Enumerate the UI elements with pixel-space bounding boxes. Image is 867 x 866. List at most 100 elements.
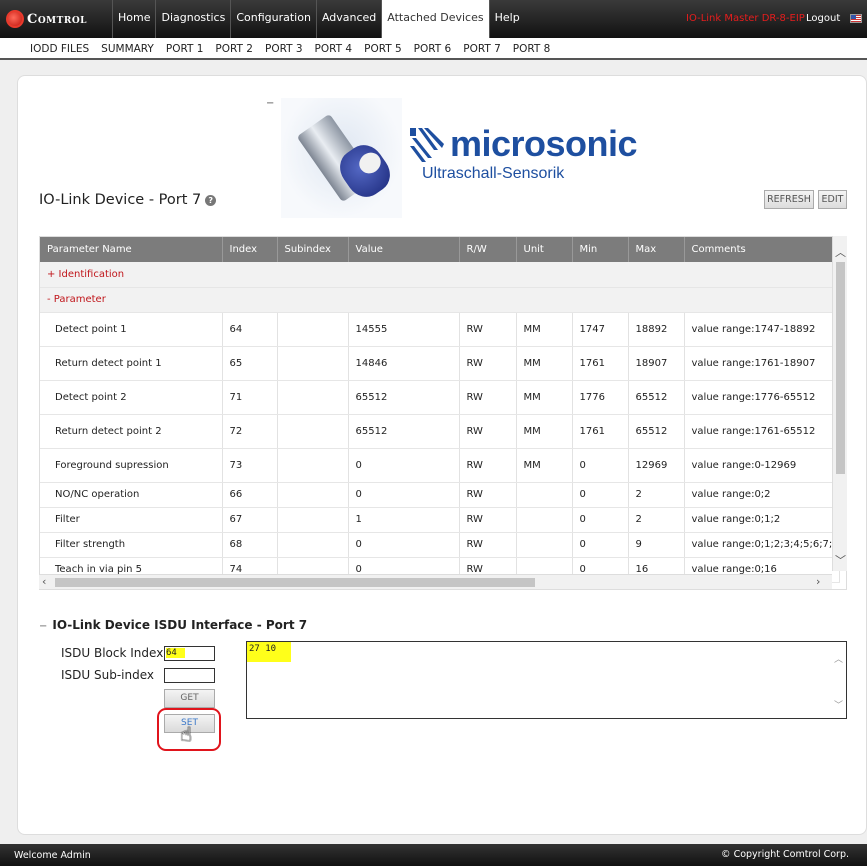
- isdu-sub-index-input[interactable]: [164, 668, 215, 683]
- cell-index: 68: [222, 532, 278, 558]
- cell-rw: RW: [459, 312, 517, 347]
- cell-min: 1761: [572, 346, 629, 381]
- isdu-block-index-label: ISDU Block Index: [61, 646, 164, 660]
- cell-max: 18907: [628, 346, 685, 381]
- column-header-index[interactable]: Index: [222, 237, 278, 262]
- table-row[interactable]: Foreground supression 73 0 RW MM 0 12969 value …: [40, 448, 840, 483]
- cell-comments: value range:1761-18907: [684, 346, 840, 381]
- cell-index: 72: [222, 414, 278, 449]
- subnav-port-1[interactable]: PORT 1: [160, 38, 210, 58]
- cell-subindex: [277, 482, 349, 508]
- us-flag-icon[interactable]: [850, 14, 862, 23]
- hand-pointer-icon: ☝: [180, 722, 193, 746]
- get-button[interactable]: GET: [164, 689, 215, 708]
- column-header-value[interactable]: Value: [348, 237, 460, 262]
- isdu-section-title: − IO-Link Device ISDU Interface - Port 7: [39, 618, 307, 632]
- image-collapse-toggle[interactable]: −: [266, 98, 274, 109]
- table-row[interactable]: Detect point 1 64 14555 RW MM 1747 18892 value …: [40, 312, 840, 347]
- cell-name: NO/NC operation: [40, 482, 223, 508]
- column-header-parameter-name[interactable]: Parameter Name: [40, 237, 223, 262]
- cell-unit: [516, 532, 573, 558]
- scroll-left-icon[interactable]: ‹: [42, 575, 46, 588]
- subnav-iodd-files[interactable]: IODD FILES: [24, 38, 95, 58]
- result-scroll-down-icon[interactable]: ﹀: [834, 698, 843, 711]
- vertical-scroll-thumb[interactable]: [836, 262, 845, 474]
- nav-configuration[interactable]: Configuration: [230, 0, 316, 38]
- main-nav: Home Diagnostics Configuration Advanced Atta…: [112, 0, 525, 38]
- group-parameter-label[interactable]: - Parameter: [40, 287, 840, 313]
- horizontal-scroll-thumb[interactable]: [55, 578, 535, 587]
- microsonic-logo-icon: [410, 128, 444, 162]
- isdu-collapse-toggle[interactable]: −: [39, 621, 47, 632]
- isdu-block-index-input[interactable]: 64: [164, 646, 215, 661]
- subnav-port-7[interactable]: PORT 7: [457, 38, 507, 58]
- footer: Welcome Admin © Copyright Comtrol Corp.: [0, 844, 867, 866]
- cell-rw: RW: [459, 414, 517, 449]
- subnav-port-8[interactable]: PORT 8: [507, 38, 557, 58]
- isdu-result-textarea[interactable]: 27 10 ︿ ﹀: [246, 641, 847, 719]
- column-header-min[interactable]: Min: [572, 237, 629, 262]
- cell-rw: RW: [459, 507, 517, 533]
- subnav-port-5[interactable]: PORT 5: [358, 38, 408, 58]
- column-header-max[interactable]: Max: [628, 237, 685, 262]
- subnav-port-6[interactable]: PORT 6: [408, 38, 458, 58]
- edit-button[interactable]: EDIT: [818, 190, 847, 209]
- subnav-port-2[interactable]: PORT 2: [209, 38, 259, 58]
- cell-comments: value range:1761-65512: [684, 414, 840, 449]
- comtrol-logo[interactable]: Comtrol: [6, 9, 87, 29]
- group-identification-label[interactable]: + Identification: [40, 262, 840, 288]
- column-header-comments[interactable]: Comments: [684, 237, 840, 262]
- cell-subindex: [277, 312, 349, 347]
- cell-min: 0: [572, 482, 629, 508]
- table-row[interactable]: Return detect point 1 65 14846 RW MM 1761 1890…: [40, 346, 840, 381]
- cell-comments: value range:0;1;2;3;4;5;6;7;8: [684, 532, 840, 558]
- scroll-right-icon[interactable]: ›: [816, 575, 820, 588]
- column-header-unit[interactable]: Unit: [516, 237, 573, 262]
- column-header-r-w[interactable]: R/W: [459, 237, 517, 262]
- isdu-block-index-value: 64: [166, 648, 185, 658]
- subnav-summary[interactable]: SUMMARY: [95, 38, 160, 58]
- page-title-text: IO-Link Device - Port 7: [39, 192, 202, 208]
- nav-diagnostics[interactable]: Diagnostics: [155, 0, 230, 38]
- group-row-parameter[interactable]: - Parameter: [40, 287, 840, 313]
- cell-max: 2: [628, 482, 685, 508]
- cell-subindex: [277, 448, 349, 483]
- subnav-port-4[interactable]: PORT 4: [309, 38, 359, 58]
- cell-subindex: [277, 532, 349, 558]
- logout-link[interactable]: Logout: [806, 13, 840, 24]
- column-header-subindex[interactable]: Subindex: [277, 237, 349, 262]
- nav-advanced[interactable]: Advanced: [315, 0, 381, 38]
- vendor-logo: microsonic Ultraschall-Sensorik: [408, 124, 638, 186]
- subnav-port-3[interactable]: PORT 3: [259, 38, 309, 58]
- cell-value: 14555: [348, 312, 460, 347]
- help-icon[interactable]: ?: [205, 195, 217, 206]
- table-row[interactable]: Filter strength 68 0 RW 0 9 value range:0;1;2;…: [40, 532, 840, 558]
- table-row[interactable]: NO/NC operation 66 0 RW 0 2 value range:0;2: [40, 482, 840, 508]
- nav-attached-devices[interactable]: Attached Devices: [381, 0, 489, 38]
- cell-min: 0: [572, 507, 629, 533]
- table-row[interactable]: Detect point 2 71 65512 RW MM 1776 65512 value …: [40, 380, 840, 415]
- cell-max: 65512: [628, 380, 685, 415]
- cell-unit: MM: [516, 312, 573, 347]
- nav-home[interactable]: Home: [112, 0, 155, 38]
- cell-unit: MM: [516, 380, 573, 415]
- scroll-down-icon[interactable]: ﹀: [835, 552, 846, 568]
- cell-index: 65: [222, 346, 278, 381]
- result-scrollbar[interactable]: ︿ ﹀: [832, 642, 846, 718]
- table-row[interactable]: Return detect point 2 72 65512 RW MM 1761 6551…: [40, 414, 840, 449]
- device-name: IO-Link Master DR-8-EIP: [686, 13, 805, 24]
- cell-rw: RW: [459, 482, 517, 508]
- table-horizontal-scrollbar[interactable]: ‹ ›: [39, 574, 832, 589]
- cell-max: 65512: [628, 414, 685, 449]
- cell-comments: value range:0-12969: [684, 448, 840, 483]
- result-scroll-up-icon[interactable]: ︿: [834, 652, 843, 665]
- group-row-identification[interactable]: + Identification: [40, 262, 840, 288]
- vendor-name: microsonic: [450, 123, 638, 164]
- cell-name: Filter: [40, 507, 223, 533]
- table-row[interactable]: Filter 67 1 RW 0 2 value range:0;1;2: [40, 507, 840, 533]
- copyright-text: © Copyright Comtrol Corp.: [721, 849, 849, 860]
- table-vertical-scrollbar[interactable]: ︿ ﹀: [832, 236, 847, 571]
- refresh-button[interactable]: REFRESH: [764, 190, 814, 209]
- scroll-up-icon[interactable]: ︿: [835, 244, 846, 260]
- nav-help[interactable]: Help: [488, 0, 525, 38]
